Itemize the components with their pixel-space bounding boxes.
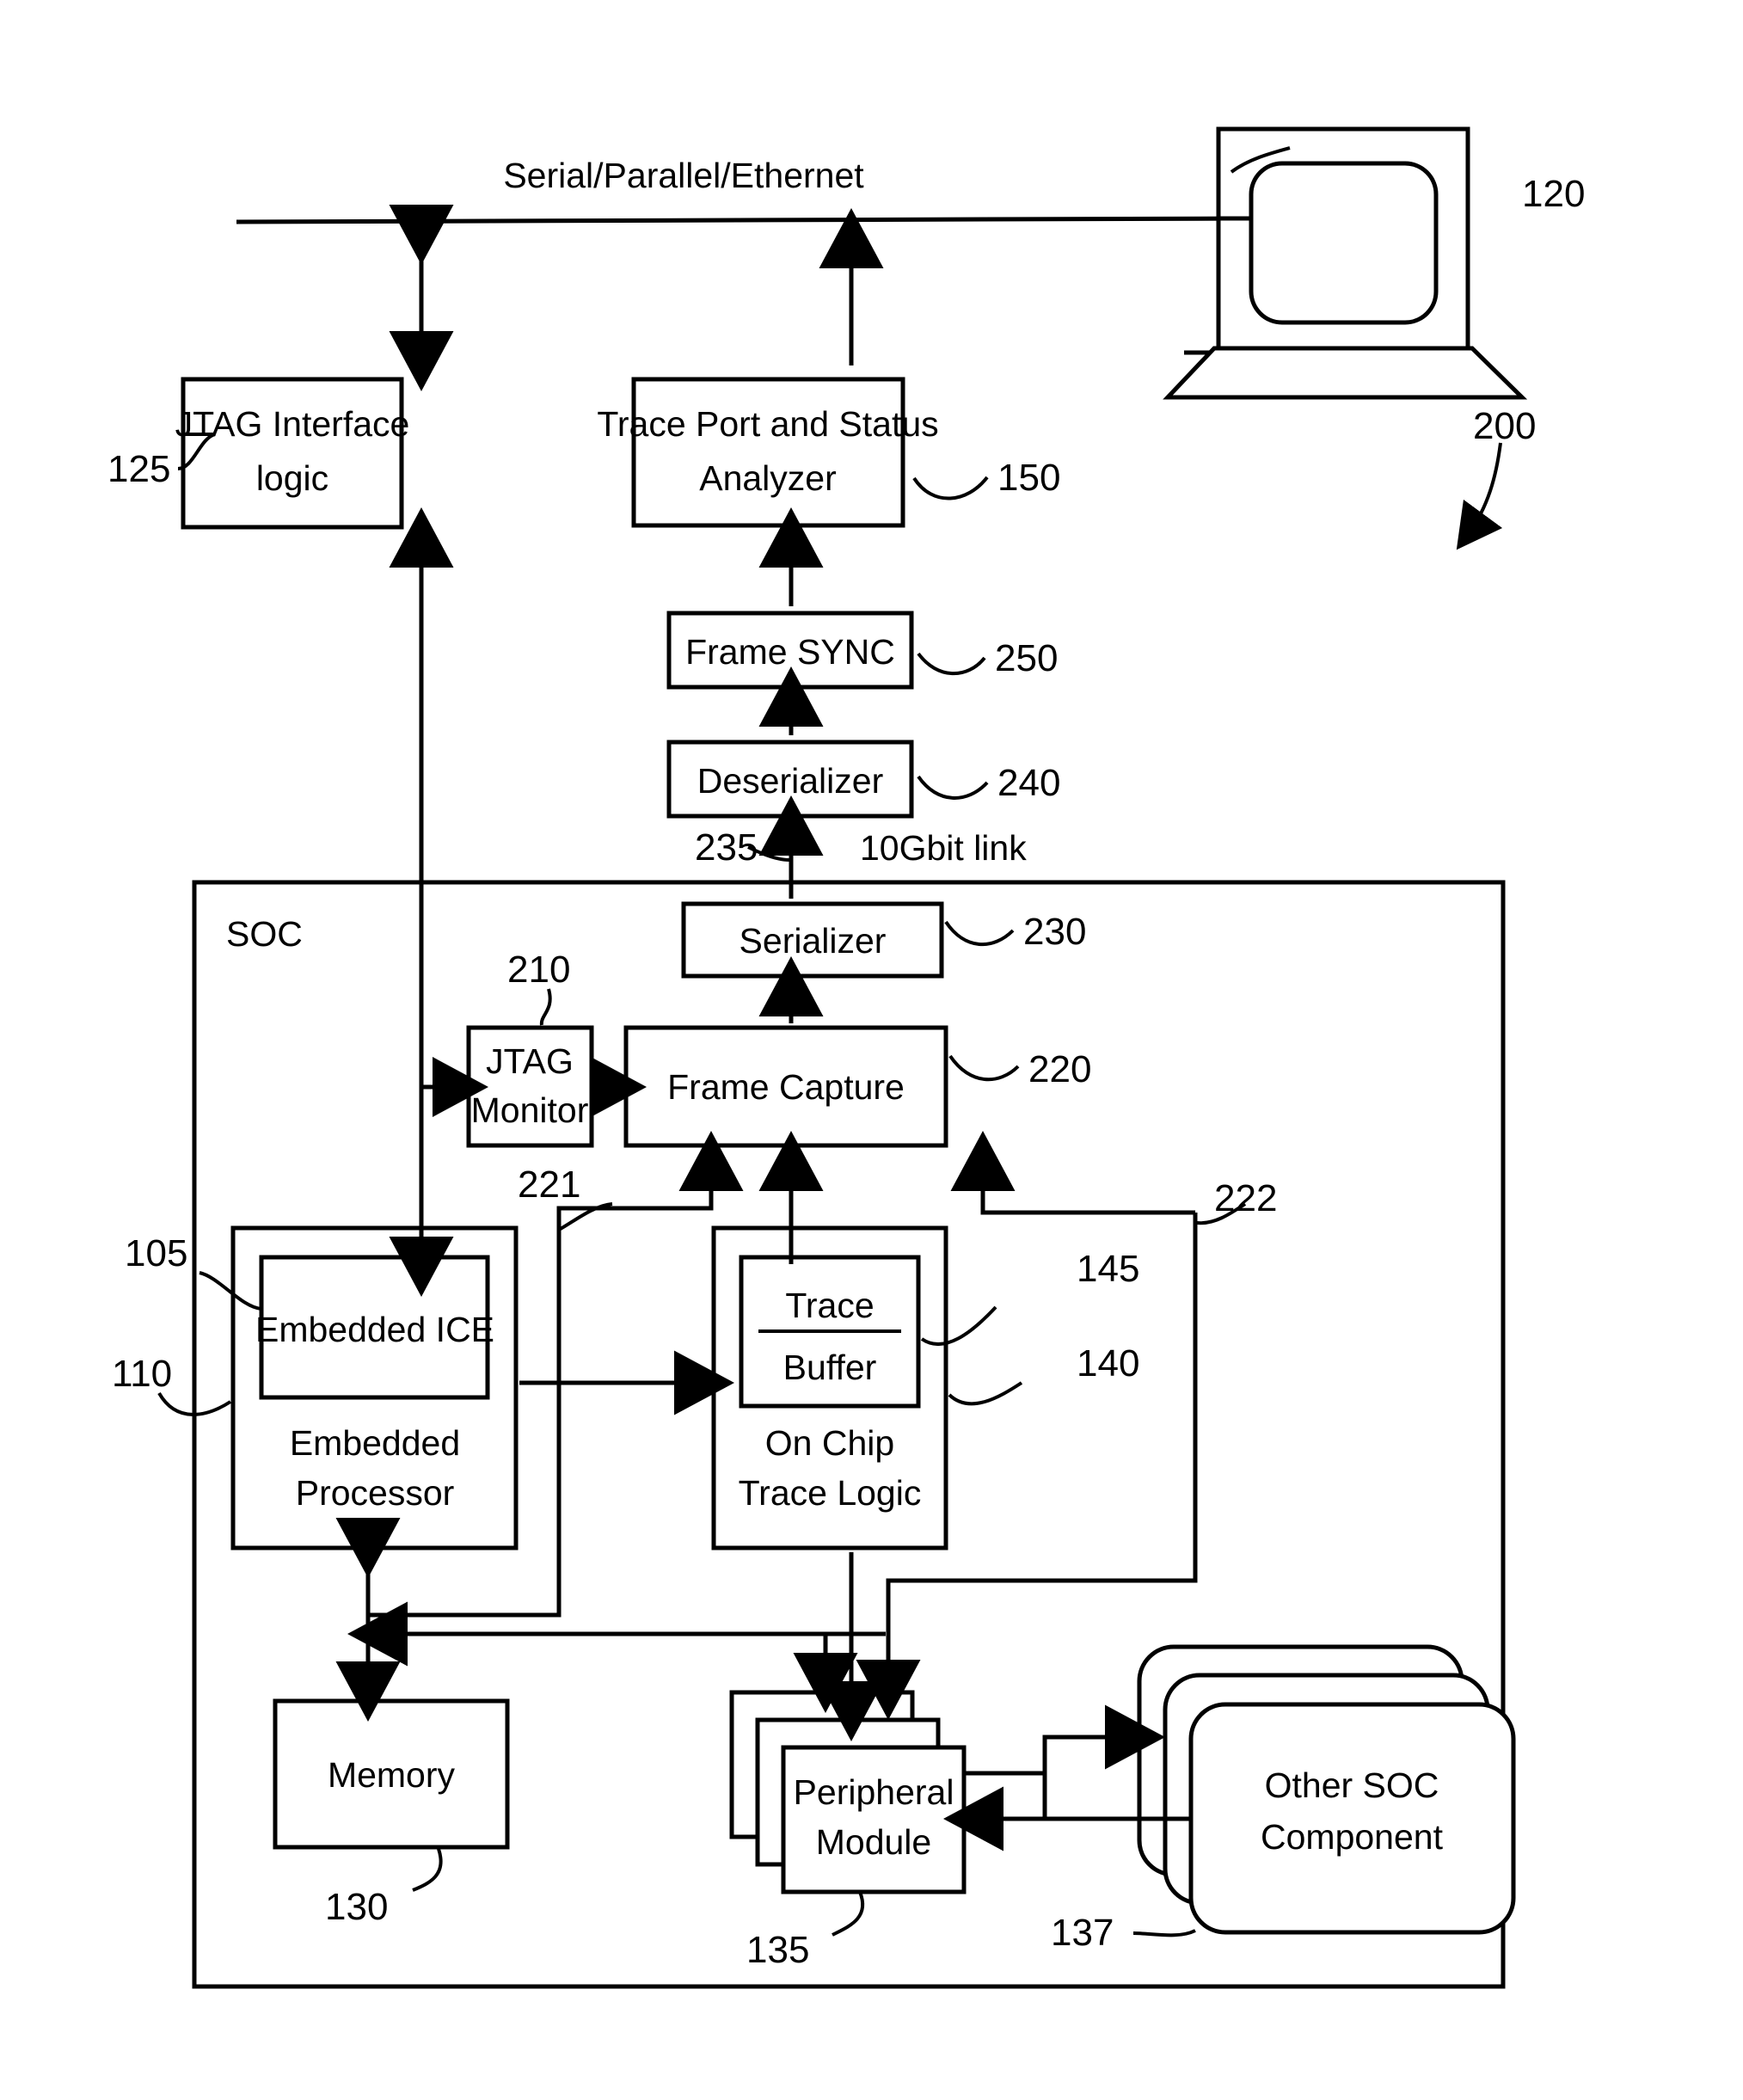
frame-capture-label: Frame Capture <box>667 1067 905 1107</box>
ref-222: 222 <box>1214 1177 1277 1219</box>
leader-250 <box>917 652 986 676</box>
ref-120: 120 <box>1522 173 1585 215</box>
ref-150: 150 <box>997 457 1060 499</box>
jtag-monitor-label-2: Monitor <box>471 1090 589 1130</box>
ref-200: 200 <box>1473 405 1536 447</box>
ref-130: 130 <box>325 1886 388 1928</box>
other-soc-component-label-1: Other SOC <box>1265 1765 1439 1805</box>
peripheral-module-label-2: Module <box>816 1822 931 1862</box>
bus-label: Serial/Parallel/Ethernet <box>503 156 864 195</box>
ref-221: 221 <box>518 1164 580 1206</box>
embedded-processor-label-2: Processor <box>296 1473 455 1513</box>
leader-140 <box>948 1381 1023 1406</box>
trace-port-analyzer-box <box>631 377 905 528</box>
ref-210: 210 <box>507 949 570 991</box>
ref-137: 137 <box>1051 1912 1114 1954</box>
ref-220: 220 <box>1028 1048 1091 1090</box>
ref-235: 235 <box>695 826 758 869</box>
leader-240 <box>917 775 989 800</box>
laptop-icon <box>1163 126 1528 400</box>
soc-label: SOC <box>226 914 303 954</box>
trace-buffer-label-2: Buffer <box>783 1348 877 1387</box>
conn-othersoc-to-peripheral <box>943 1773 1047 1851</box>
ref-230: 230 <box>1023 911 1086 953</box>
trace-port-analyzer-label-1: Trace Port and Status <box>597 404 938 444</box>
leader-137 <box>1132 1929 1196 1937</box>
leader-210 <box>539 988 552 1026</box>
other-soc-component-label-2: Component <box>1261 1817 1444 1857</box>
conn-222-framecapture <box>950 1131 1195 1215</box>
ref-140: 140 <box>1077 1342 1139 1385</box>
embedded-ice-label: Embedded ICE <box>255 1310 494 1349</box>
on-chip-trace-logic-label-2: Trace Logic <box>739 1473 922 1513</box>
patent-figure: Serial/Parallel/Ethernet 120 200 125 JTA… <box>0 0 1743 2100</box>
jtag-interface-logic-label-2: logic <box>256 458 328 498</box>
serializer-label: Serializer <box>740 921 887 961</box>
jtag-interface-logic-box <box>181 377 404 530</box>
leader-230 <box>944 920 1015 947</box>
serial-parallel-ethernet-bus <box>236 216 1252 224</box>
deserializer-label: Deserializer <box>697 761 883 801</box>
peripheral-module-label-1: Peripheral <box>794 1772 954 1812</box>
on-chip-trace-logic-label-1: On Chip <box>765 1423 894 1463</box>
trace-buffer-label-1: Trace <box>785 1286 874 1325</box>
jtag-monitor-label-1: JTAG <box>486 1041 574 1081</box>
ref-145: 145 <box>1077 1248 1139 1290</box>
leader-220 <box>948 1054 1020 1082</box>
memory-label: Memory <box>328 1755 456 1795</box>
trace-port-analyzer-label-2: Analyzer <box>699 458 837 498</box>
ref-105: 105 <box>125 1232 187 1274</box>
link-label: 10Gbit link <box>860 828 1027 868</box>
leader-135 <box>832 1891 865 1937</box>
leader-200 <box>1456 442 1503 550</box>
conn-peripheral-to-othersoc <box>1042 1704 1165 1773</box>
conn-peripheral-othersoc <box>964 1771 1139 1821</box>
leader-130 <box>412 1848 443 1892</box>
ref-250: 250 <box>995 637 1058 679</box>
frame-sync-label: Frame SYNC <box>685 632 895 672</box>
leader-150 <box>912 476 989 500</box>
jtag-interface-logic-label-1: JTAG Interface <box>175 404 410 444</box>
ref-125: 125 <box>107 448 170 490</box>
ref-135: 135 <box>746 1929 809 1971</box>
conn-221-framecapture <box>556 1131 744 1264</box>
ref-240: 240 <box>997 762 1060 804</box>
ref-110: 110 <box>112 1353 172 1395</box>
embedded-processor-label-1: Embedded <box>290 1423 460 1463</box>
